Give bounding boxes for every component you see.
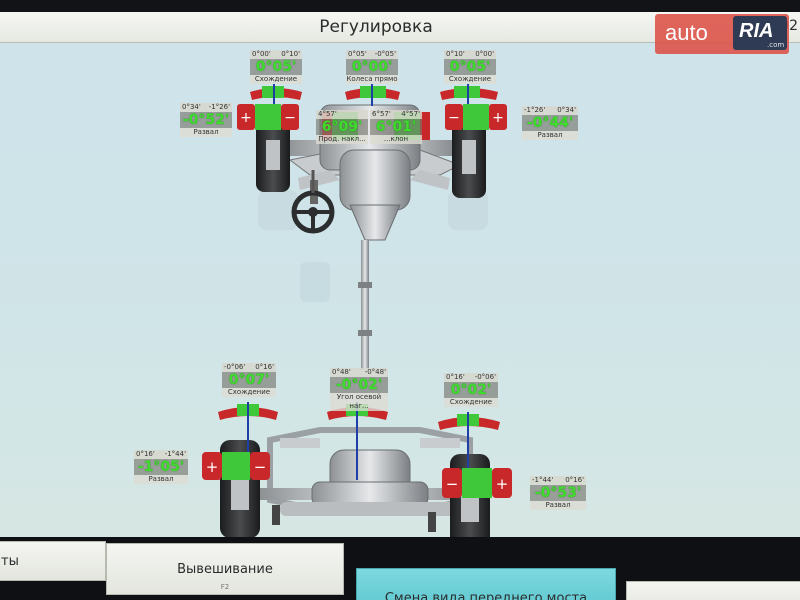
- caster-value: 6°09': [316, 119, 368, 135]
- rear-right-camber-gauge: − +: [442, 468, 512, 498]
- front-right-camber-gauge: − +: [445, 104, 507, 130]
- auto-ria-watermark: auto RIA .com: [655, 14, 789, 54]
- watermark-auto: auto: [665, 20, 708, 45]
- front-right-camber-readout: -1°26' 0°34' -0°44' Развал: [522, 106, 578, 140]
- plus-icon: +: [496, 475, 509, 493]
- max-value: -0°48': [364, 368, 386, 376]
- button-shortcut: F2: [220, 583, 230, 591]
- min-value: 6°57': [372, 110, 391, 118]
- toe-label: Схождение: [444, 398, 498, 407]
- rear-right-camber-readout: -1°44' 0°16' -0°53' Развал: [530, 476, 586, 510]
- max-value: 0°16': [565, 476, 584, 484]
- toolbar-button-1[interactable]: ты: [0, 541, 106, 581]
- watermark-dotcom: .com: [767, 41, 785, 49]
- camber-value: -1°05': [134, 459, 188, 475]
- plus-icon: +: [492, 110, 504, 126]
- minus-icon: −: [284, 110, 296, 126]
- max-value: 4°57': [401, 110, 420, 118]
- camber-value: -0°44': [522, 115, 578, 131]
- watermark-ria: RIA: [739, 20, 774, 42]
- rear-left-toe-readout: -0°06' 0°16' 0°07' Схождение: [222, 363, 276, 397]
- toe-value: 0°02': [444, 382, 498, 398]
- minus-icon: −: [254, 458, 267, 476]
- thrust-label: Угол осевой наг...: [330, 393, 388, 411]
- rear-right-toe-readout: 0°16' -0°06' 0°02' Схождение: [444, 373, 498, 407]
- max-value: 0°00': [475, 50, 494, 58]
- change-front-axle-view-button[interactable]: Смена вида переднего моста: [356, 568, 616, 600]
- toe-label: Схождение: [222, 388, 276, 397]
- camber-value: -0°53': [530, 485, 586, 501]
- front-left-camber-gauge: + −: [237, 104, 299, 130]
- toolbar-button-4[interactable]: [626, 581, 800, 600]
- max-value: -1°44': [164, 450, 186, 458]
- camber-value: -0°52': [180, 112, 232, 128]
- caster-value: 6°01': [370, 119, 422, 135]
- bottom-toolbar: ты Вывешивание F2 Смена вида переднего м…: [0, 537, 800, 600]
- max-value: 0°10': [281, 50, 300, 58]
- button-label: Вывешивание: [177, 561, 273, 577]
- front-right-caster-readout: 6°57' 4°57' 6°01' ...клон: [370, 110, 422, 144]
- front-left-toe-readout: 0°00' 0°10' 0°05' Схождение: [250, 50, 302, 84]
- min-value: -1°26': [524, 106, 546, 114]
- minus-icon: −: [446, 475, 459, 493]
- button-label: Смена вида переднего моста: [384, 590, 588, 600]
- driveshaft: [358, 240, 372, 370]
- front-axle-toe-gauge: [345, 84, 400, 106]
- front-left-caster-readout: 4°57' 6°09' Прод. накл...: [316, 110, 368, 144]
- caster-label: ...клон: [370, 135, 422, 144]
- min-value: 4°57': [318, 110, 337, 118]
- toe-value: 0°05': [444, 59, 496, 75]
- min-value: -1°44': [532, 476, 554, 484]
- max-value: -0°06': [474, 373, 496, 381]
- max-value: -1°26': [208, 103, 230, 111]
- camber-label: Развал: [134, 475, 188, 484]
- front-right-toe-readout: 0°10' 0°00' 0°05' Схождение: [444, 50, 496, 84]
- min-value: 0°10': [446, 50, 465, 58]
- toe-label: Колеса прямо: [346, 75, 398, 84]
- min-value: 0°16': [446, 373, 465, 381]
- min-value: 0°16': [136, 450, 155, 458]
- hoist-button[interactable]: Вывешивание F2: [106, 543, 344, 595]
- front-left-camber-readout: 0°34' -1°26' -0°52' Развал: [180, 103, 232, 137]
- front-right-toe-gauge: [440, 84, 498, 106]
- max-value: 0°16': [255, 363, 274, 371]
- rear-left-camber-readout: 0°16' -1°44' -1°05' Развал: [134, 450, 188, 484]
- min-value: 0°48': [332, 368, 351, 376]
- rear-left-camber-gauge: + −: [202, 452, 270, 480]
- min-value: -0°06': [224, 363, 246, 371]
- front-total-toe-readout: 0°05' -0°05' 0°00' Колеса прямо: [346, 50, 398, 84]
- toe-value: 0°07': [222, 372, 276, 388]
- min-value: 0°05': [348, 50, 367, 58]
- minus-icon: −: [448, 110, 460, 126]
- min-value: 0°00': [252, 50, 271, 58]
- toe-label: Схождение: [444, 75, 496, 84]
- camber-label: Развал: [522, 131, 578, 140]
- button-label: ты: [1, 553, 19, 569]
- toe-value: 0°05': [250, 59, 302, 75]
- front-left-toe-gauge: [250, 84, 302, 106]
- vehicle-schematic: + − − + + − − +: [202, 84, 512, 554]
- alignment-screen: Регулировка 02 + − − + + − − + 0°00' 0°1…: [0, 0, 800, 600]
- plus-icon: +: [240, 110, 252, 126]
- caster-label: Прод. накл...: [316, 135, 368, 144]
- max-value: 0°34': [557, 106, 576, 114]
- max-value: -0°05': [374, 50, 396, 58]
- plus-icon: +: [206, 458, 219, 476]
- camber-label: Развал: [180, 128, 232, 137]
- min-value: 0°34': [182, 103, 201, 111]
- thrust-value: -0°02': [330, 377, 388, 393]
- toe-label: Схождение: [250, 75, 302, 84]
- camber-label: Развал: [530, 501, 586, 510]
- toe-value: 0°00': [346, 59, 398, 75]
- rear-thrust-readout: 0°48' -0°48' -0°02' Угол осевой наг...: [330, 368, 388, 411]
